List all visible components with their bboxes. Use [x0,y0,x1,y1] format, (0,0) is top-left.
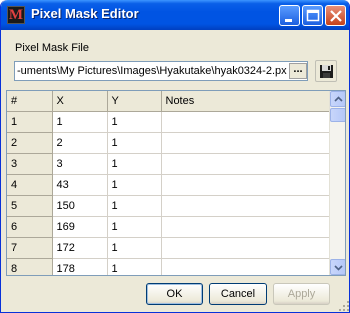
vertical-scrollbar[interactable] [329,91,345,275]
maximize-icon [306,9,320,22]
scroll-up-button[interactable] [330,91,345,107]
row-number-cell[interactable]: 8 [7,258,53,275]
cancel-button[interactable]: Cancel [209,283,267,305]
row-number-cell[interactable]: 3 [7,153,53,175]
notes-cell[interactable] [161,237,330,259]
pixel-mask-file-label: Pixel Mask File [15,42,89,54]
chevron-down-icon [334,265,343,271]
x-cell[interactable]: 43 [52,174,108,196]
apply-button[interactable]: Apply [273,283,330,305]
y-cell[interactable]: 1 [107,174,162,196]
chevron-up-icon [334,96,343,102]
maximize-button[interactable] [302,5,323,26]
app-icon: M [7,6,25,24]
table-row[interactable]: 331 [7,153,330,175]
y-cell[interactable]: 1 [107,237,162,259]
row-number-cell[interactable]: 4 [7,174,53,196]
table-row[interactable]: 8 178 1 [7,258,330,275]
x-cell[interactable]: 178 [52,258,108,275]
pixel-grid[interactable]: # X Y Notes 1 1 1 2 2 1 3 3 1 4 43 1 5 150 1 6 169 1 7 172 1… [6,90,346,276]
notes-cell[interactable] [161,195,330,217]
y-cell[interactable]: 1 [107,258,162,275]
minimize-icon [285,19,292,22]
column-header-number[interactable]: # [7,91,53,112]
y-cell[interactable]: 1 [107,132,162,154]
notes-cell[interactable] [161,258,330,275]
y-cell[interactable]: 1 [107,111,162,133]
ok-button[interactable]: OK [146,283,203,305]
row-number-cell[interactable]: 2 [7,132,53,154]
pixel-table: # X Y Notes 1 1 1 2 2 1 3 3 1 4 43 1 5 150 1 6 169 1 7 172 1… [7,91,330,275]
notes-cell[interactable] [161,216,330,238]
notes-cell[interactable] [161,111,330,133]
column-header-y[interactable]: Y [107,91,162,112]
table-row[interactable]: 6 169 1 [7,216,330,238]
x-cell[interactable]: 3 [52,153,108,175]
file-path-field[interactable]: -uments\My Pictures\Images\Hyakutake\hya… [14,61,308,81]
file-path-value[interactable]: -uments\My Pictures\Images\Hyakutake\hya… [17,65,287,77]
title-bar[interactable]: M Pixel Mask Editor [1,0,349,30]
floppy-disk-icon [320,65,333,78]
y-cell[interactable]: 1 [107,153,162,175]
pixel-mask-editor-window: M Pixel Mask Editor Pixel Mask File -ume… [0,0,350,313]
scroll-thumb[interactable] [330,108,345,122]
close-button[interactable] [325,5,346,26]
scroll-down-button[interactable] [330,259,345,275]
table-row[interactable]: 7 172 1 [7,237,330,259]
close-icon [330,10,342,22]
row-number-cell[interactable]: 1 [7,111,53,133]
resize-grip-icon[interactable] [338,300,350,312]
notes-cell[interactable] [161,153,330,175]
notes-cell[interactable] [161,174,330,196]
table-row[interactable]: 4 43 1 [7,174,330,196]
table-row[interactable]: 5 150 1 [7,195,330,217]
browse-button[interactable]: ... [289,63,307,79]
row-number-cell[interactable]: 6 [7,216,53,238]
table-row[interactable]: 111 [7,111,330,133]
row-number-cell[interactable]: 5 [7,195,53,217]
x-cell[interactable]: 1 [52,111,108,133]
y-cell[interactable]: 1 [107,195,162,217]
row-number-cell[interactable]: 7 [7,237,53,259]
x-cell[interactable]: 172 [52,237,108,259]
table-row[interactable]: 221 [7,132,330,154]
minimize-button[interactable] [279,5,300,26]
y-cell[interactable]: 1 [107,216,162,238]
x-cell[interactable]: 2 [52,132,108,154]
column-header-x[interactable]: X [52,91,108,112]
notes-cell[interactable] [161,132,330,154]
x-cell[interactable]: 150 [52,195,108,217]
column-header-notes[interactable]: Notes [161,91,330,112]
x-cell[interactable]: 169 [52,216,108,238]
window-title: Pixel Mask Editor [31,6,139,21]
table-body: 11122133144315150161691717218178191841 [7,111,330,275]
save-button[interactable] [315,60,337,82]
